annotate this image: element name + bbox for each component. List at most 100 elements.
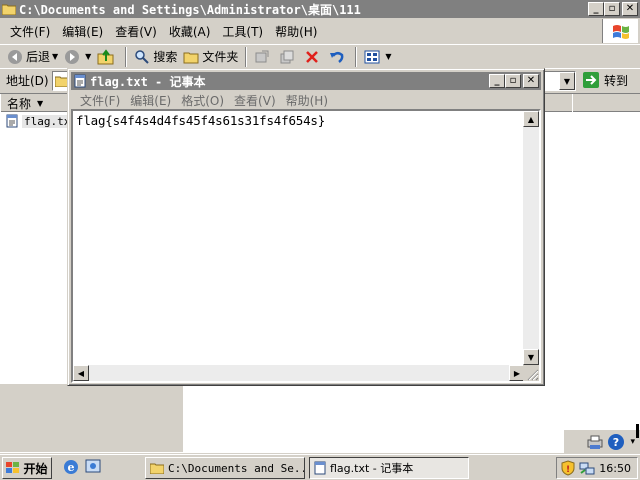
sort-arrow-icon: ▼: [37, 98, 44, 108]
chevron-down-icon[interactable]: ▼: [52, 52, 58, 61]
undo-button[interactable]: [326, 46, 351, 68]
notepad-content[interactable]: flag{s4f4s4d4fs45f4s61s31fs4f654s}: [76, 113, 325, 128]
address-dropdown-button[interactable]: ▼: [559, 72, 575, 90]
notepad-maximize-button[interactable]: ▫: [505, 74, 521, 88]
column-name-label: 名称: [7, 96, 32, 111]
back-button[interactable]: 后退 ▼: [4, 46, 61, 68]
search-icon: [135, 49, 150, 64]
chevron-down-icon[interactable]: ▼: [385, 52, 391, 61]
notepad-titlebar[interactable]: flag.txt - 记事本 _ ▫ ✕: [71, 72, 541, 90]
notepad-window: flag.txt - 记事本 _ ▫ ✕ 文件(F) 编辑(E) 格式(O) 查…: [67, 68, 545, 386]
explorer-window-controls: _ ▫ ✕: [588, 2, 638, 16]
copy-to-icon: [280, 50, 294, 63]
explorer-menubar: 文件(F) 编辑(E) 查看(V) 收藏(A) 工具(T) 帮助(H): [0, 20, 600, 42]
move-to-icon: [255, 50, 269, 62]
address-label: 地址(D): [6, 74, 49, 88]
notepad-menu-edit[interactable]: 编辑(E): [125, 92, 176, 109]
menu-tools[interactable]: 工具(T): [216, 23, 269, 40]
close-button[interactable]: ✕: [622, 2, 638, 16]
folders-label: 文件夹: [202, 50, 239, 64]
window-edge-marker: [636, 424, 639, 438]
taskbar-item-label: flag.txt - 记事本: [330, 462, 414, 475]
minimize-button[interactable]: _: [588, 2, 604, 16]
forward-button[interactable]: ▼: [61, 46, 94, 68]
notepad-icon: [314, 461, 326, 475]
security-shield-icon[interactable]: !: [561, 460, 575, 476]
notepad-minimize-button[interactable]: _: [489, 74, 505, 88]
notepad-title: flag.txt - 记事本: [90, 74, 206, 89]
internet-explorer-icon[interactable]: e: [62, 458, 80, 476]
chevron-down-icon[interactable]: ▼: [85, 52, 91, 61]
network-icon[interactable]: [579, 460, 595, 476]
up-folder-icon: [97, 48, 114, 64]
start-label: 开始: [23, 461, 48, 476]
explorer-titlebar[interactable]: C:\Documents and Settings\Administrator\…: [0, 0, 640, 18]
taskbar-item-explorer[interactable]: C:\Documents and Se...: [145, 457, 305, 479]
toolbar-separator: [355, 46, 358, 67]
quick-launch: e: [62, 458, 102, 476]
folder-icon: [150, 463, 164, 474]
search-button[interactable]: 搜索: [131, 46, 180, 68]
up-folder-button[interactable]: [94, 46, 121, 68]
svg-text:?: ?: [613, 436, 619, 449]
horizontal-scrollbar[interactable]: ◀ ▶: [73, 365, 525, 381]
status-icons: ? ▾: [564, 430, 640, 454]
notepad-window-controls: _ ▫ ✕: [489, 74, 539, 88]
toolbar-separator: [125, 46, 128, 67]
explorer-title: C:\Documents and Settings\Administrator\…: [19, 2, 361, 17]
printer-icon[interactable]: [585, 433, 605, 451]
column-header-extra[interactable]: [572, 94, 640, 112]
show-desktop-icon[interactable]: [84, 458, 102, 476]
undo-icon: [330, 51, 344, 63]
folder-icon: [2, 4, 16, 15]
menu-edit[interactable]: 编辑(E): [56, 23, 109, 40]
go-button[interactable]: 转到: [582, 71, 628, 89]
views-grid-icon: [364, 50, 380, 63]
toolbar-separator: [245, 46, 248, 67]
restore-button[interactable]: ▫: [604, 2, 620, 16]
windows-flag-icon: [612, 25, 629, 39]
resize-grip-icon[interactable]: [523, 365, 539, 381]
explorer-toolbar: 后退 ▼ ▼ 搜索 文件夹 ▼: [0, 44, 640, 68]
system-tray: ! 16:50: [556, 457, 638, 479]
clock[interactable]: 16:50: [599, 462, 631, 475]
pane-background: [0, 384, 183, 452]
chevron-down-icon[interactable]: ▾: [627, 437, 638, 447]
column-name-header[interactable]: 名称 ▼: [0, 94, 70, 112]
menu-file[interactable]: 文件(F): [4, 23, 56, 40]
taskbar-item-label: C:\Documents and Se...: [168, 461, 305, 475]
back-arrow-icon: [8, 49, 22, 64]
menu-help[interactable]: 帮助(H): [269, 23, 323, 40]
views-button[interactable]: ▼: [361, 46, 394, 68]
svg-text:e: e: [68, 461, 75, 474]
menu-favorites[interactable]: 收藏(A): [163, 23, 217, 40]
menu-view[interactable]: 查看(V): [109, 23, 163, 40]
notepad-menu-help[interactable]: 帮助(H): [281, 92, 333, 109]
windows-logo: [602, 19, 638, 43]
notepad-menu-file[interactable]: 文件(F): [75, 92, 125, 109]
delete-x-icon: [306, 50, 319, 63]
delete-button[interactable]: [301, 46, 326, 68]
windows-flag-icon: [6, 462, 20, 473]
notepad-menubar: 文件(F) 编辑(E) 格式(O) 查看(V) 帮助(H): [71, 91, 333, 109]
notepad-text-area[interactable]: flag{s4f4s4d4fs45f4s61s31fs4f654s} ▲ ▼ ◀…: [71, 109, 541, 383]
vertical-scrollbar[interactable]: ▲ ▼: [523, 111, 539, 365]
forward-arrow-icon: [65, 49, 80, 64]
move-to-button[interactable]: [251, 46, 276, 68]
scroll-up-button[interactable]: ▲: [523, 111, 539, 127]
notepad-menu-format[interactable]: 格式(O): [176, 92, 229, 109]
scroll-left-button[interactable]: ◀: [73, 365, 89, 381]
taskbar-item-notepad[interactable]: flag.txt - 记事本: [309, 457, 469, 479]
folder-icon: [183, 52, 199, 63]
notepad-menu-view[interactable]: 查看(V): [229, 92, 281, 109]
notepad-icon: [74, 74, 86, 88]
taskbar: 开始 e C:\Documents and Se... flag.txt - 记…: [0, 454, 640, 480]
scroll-down-button[interactable]: ▼: [523, 349, 539, 365]
start-button[interactable]: 开始: [2, 457, 52, 479]
folders-button[interactable]: 文件夹: [180, 46, 241, 68]
help-icon[interactable]: ?: [607, 433, 625, 451]
notepad-close-button[interactable]: ✕: [523, 74, 539, 88]
back-label: 后退: [26, 50, 51, 64]
go-arrow-icon: [583, 72, 599, 88]
copy-to-button[interactable]: [276, 46, 301, 68]
